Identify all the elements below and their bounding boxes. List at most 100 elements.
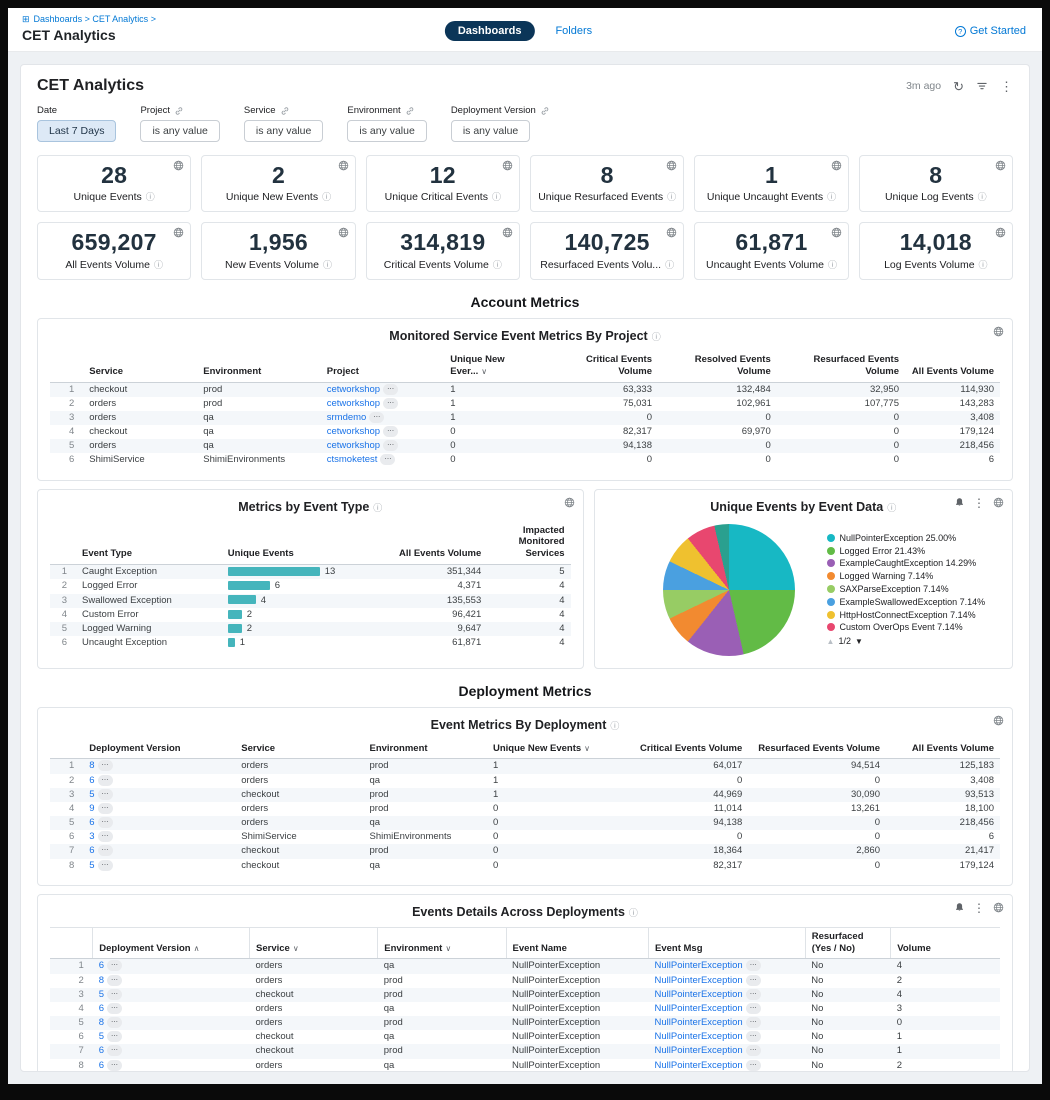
col-header-critical-events-volume[interactable]: Critical Events Volume xyxy=(615,740,748,759)
legend-item[interactable]: HttpHostConnectException 7.14% xyxy=(827,610,986,621)
event-msg-link[interactable]: NullPointerException xyxy=(655,989,743,1000)
info-icon[interactable]: ⓘ xyxy=(373,503,382,513)
col-header-unique-events[interactable]: Unique Events xyxy=(222,522,378,565)
info-icon[interactable]: ⓘ xyxy=(323,260,332,270)
info-icon[interactable]: ⓘ xyxy=(887,503,896,513)
more-badge[interactable]: ⋯ xyxy=(98,817,113,828)
col-header-resurfaced[interactable]: Resurfaced(Yes / No) xyxy=(805,927,891,959)
deployment-version-link[interactable]: 6 xyxy=(89,845,94,856)
info-icon[interactable]: ⓘ xyxy=(979,260,988,270)
info-icon[interactable]: ⓘ xyxy=(146,192,155,202)
info-icon[interactable]: ⓘ xyxy=(629,908,638,918)
more-badge[interactable]: ⋯ xyxy=(98,831,113,842)
globe-icon[interactable] xyxy=(993,497,1004,508)
filter-value-environment[interactable]: is any value xyxy=(347,120,426,142)
info-icon[interactable]: ⓘ xyxy=(667,192,676,202)
project-link[interactable]: cetworkshop xyxy=(327,426,380,437)
legend-item[interactable]: SAXParseException 7.14% xyxy=(827,584,986,595)
filter-icon[interactable] xyxy=(976,80,988,92)
col-header-critical-events-volume[interactable]: Critical Events Volume xyxy=(544,351,658,382)
page-down-icon[interactable]: ▼ xyxy=(855,637,863,646)
event-msg-link[interactable]: NullPointerException xyxy=(655,1017,743,1028)
info-icon[interactable]: ⓘ xyxy=(652,332,661,342)
col-header-all-events-volume[interactable]: All Events Volume xyxy=(886,740,1000,759)
col-header-environment[interactable]: Environment∨ xyxy=(378,927,506,959)
deployment-version-link[interactable]: 8 xyxy=(99,975,104,986)
col-header-unique-new-ever[interactable]: Unique New Ever...∨ xyxy=(444,351,544,382)
more-badge[interactable]: ⋯ xyxy=(746,1017,761,1028)
more-badge[interactable]: ⋯ xyxy=(98,760,113,771)
legend-item[interactable]: ExampleSwallowedException 7.14% xyxy=(827,597,986,608)
legend-item[interactable]: Logged Error 21.43% xyxy=(827,546,986,557)
info-icon[interactable]: ⓘ xyxy=(322,192,331,202)
project-link[interactable]: srmdemo xyxy=(327,412,367,423)
globe-icon[interactable] xyxy=(564,497,575,508)
more-badge[interactable]: ⋯ xyxy=(380,454,395,465)
filter-value-project[interactable]: is any value xyxy=(140,120,219,142)
legend-item[interactable]: Logged Warning 7.14% xyxy=(827,571,986,582)
deployment-version-link[interactable]: 5 xyxy=(89,789,94,800)
bell-icon[interactable] xyxy=(954,902,965,913)
deployment-version-link[interactable]: 9 xyxy=(89,803,94,814)
event-msg-link[interactable]: NullPointerException xyxy=(655,1045,743,1056)
bell-icon[interactable] xyxy=(954,497,965,508)
col-header-service[interactable]: Service xyxy=(235,740,363,759)
deployment-version-link[interactable]: 6 xyxy=(99,1045,104,1056)
more-badge[interactable]: ⋯ xyxy=(746,975,761,986)
more-badge[interactable]: ⋯ xyxy=(98,789,113,800)
deployment-version-link[interactable]: 8 xyxy=(99,1017,104,1028)
more-badge[interactable]: ⋯ xyxy=(746,1003,761,1014)
more-badge[interactable]: ⋯ xyxy=(107,1017,122,1028)
filter-value-date[interactable]: Last 7 Days xyxy=(37,120,116,142)
legend-item[interactable]: NullPointerException 25.00% xyxy=(827,533,986,544)
deployment-version-link[interactable]: 6 xyxy=(99,1003,104,1014)
col-header-project[interactable]: Project xyxy=(321,351,445,382)
info-icon[interactable]: ⓘ xyxy=(610,721,619,731)
col-header-environment[interactable]: Environment xyxy=(364,740,488,759)
more-badge[interactable]: ⋯ xyxy=(746,1060,761,1071)
deployment-version-link[interactable]: 6 xyxy=(99,960,104,971)
col-header-volume[interactable]: Volume xyxy=(891,927,1000,959)
tab-dashboards[interactable]: Dashboards xyxy=(445,21,535,41)
col-header-environment[interactable]: Environment xyxy=(197,351,321,382)
kebab-icon[interactable]: ⋮ xyxy=(973,902,985,914)
more-badge[interactable]: ⋯ xyxy=(746,989,761,1000)
info-icon[interactable]: ⓘ xyxy=(492,192,501,202)
event-msg-link[interactable]: NullPointerException xyxy=(655,1060,743,1071)
more-badge[interactable]: ⋯ xyxy=(107,960,122,971)
more-badge[interactable]: ⋯ xyxy=(369,412,384,423)
col-header-service[interactable]: Service xyxy=(83,351,197,382)
legend-item[interactable]: Custom OverOps Event 7.14% xyxy=(827,622,986,633)
kebab-icon[interactable]: ⋮ xyxy=(973,497,985,509)
project-link[interactable]: cetworkshop xyxy=(327,384,380,395)
col-header-all-events-volume[interactable]: All Events Volume xyxy=(905,351,1000,382)
event-msg-link[interactable]: NullPointerException xyxy=(655,975,743,986)
col-header-event-name[interactable]: Event Name xyxy=(506,927,649,959)
col-header-all-events-volume[interactable]: All Events Volume xyxy=(378,522,487,565)
more-badge[interactable]: ⋯ xyxy=(107,989,122,1000)
col-header-unique-new-events[interactable]: Unique New Events∨ xyxy=(487,740,615,759)
col-header-resurfaced-events-volume[interactable]: Resurfaced Events Volume xyxy=(777,351,905,382)
more-badge[interactable]: ⋯ xyxy=(383,398,398,409)
col-header-resurfaced-events-volume[interactable]: Resurfaced Events Volume xyxy=(748,740,886,759)
more-badge[interactable]: ⋯ xyxy=(383,384,398,395)
info-icon[interactable]: ⓘ xyxy=(827,192,836,202)
deployment-version-link[interactable]: 8 xyxy=(89,760,94,771)
get-started-link[interactable]: ? Get Started xyxy=(955,25,1026,37)
col-header-service[interactable]: Service∨ xyxy=(250,927,378,959)
filter-value-deployment-version[interactable]: is any value xyxy=(451,120,530,142)
more-badge[interactable]: ⋯ xyxy=(107,1060,122,1071)
info-icon[interactable]: ⓘ xyxy=(978,192,987,202)
project-link[interactable]: cetworkshop xyxy=(327,398,380,409)
col-header-event-msg[interactable]: Event Msg xyxy=(649,927,806,959)
info-icon[interactable]: ⓘ xyxy=(154,260,163,270)
deployment-version-link[interactable]: 5 xyxy=(89,860,94,871)
deployment-version-link[interactable]: 3 xyxy=(89,831,94,842)
info-icon[interactable]: ⓘ xyxy=(665,260,674,270)
col-header-deployment-version[interactable]: Deployment Version xyxy=(83,740,235,759)
col-header-deployment-version[interactable]: Deployment Version∧ xyxy=(93,927,250,959)
project-link[interactable]: ctsmoketest xyxy=(327,454,378,465)
pie-chart[interactable] xyxy=(663,524,795,656)
more-badge[interactable]: ⋯ xyxy=(98,845,113,856)
globe-icon[interactable] xyxy=(993,902,1004,913)
